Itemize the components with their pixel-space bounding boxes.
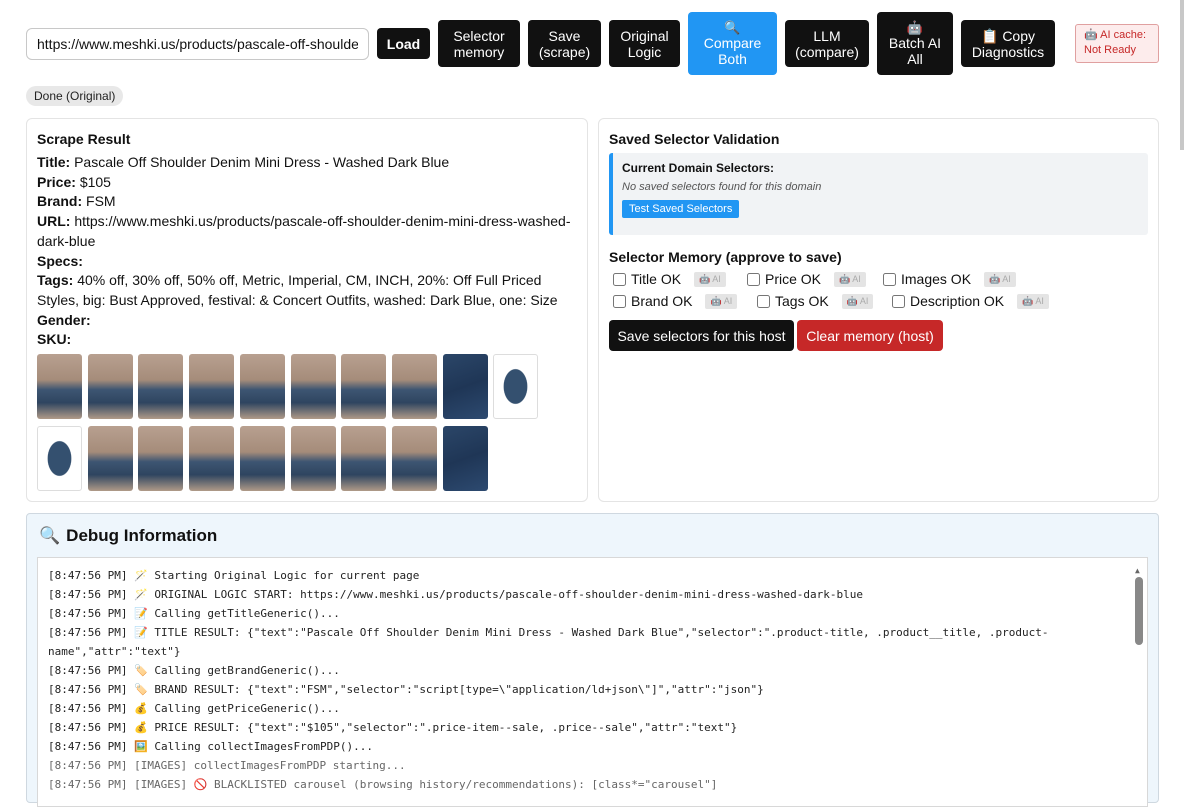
- sku-field: SKU:: [37, 331, 72, 348]
- log-line: [8:47:56 PM] 🏷️ Calling getBrandGeneric(…: [48, 664, 340, 677]
- product-thumbnail[interactable]: [189, 426, 235, 491]
- specs-field: Specs:: [37, 252, 83, 269]
- product-thumbnail[interactable]: [138, 426, 184, 491]
- product-thumbnail[interactable]: [189, 354, 235, 419]
- title-field: Title: Pascale Off Shoulder Denim Mini D…: [37, 154, 450, 170]
- batch-ai-button[interactable]: 🤖 Batch AI All: [877, 12, 953, 75]
- log-line: [8:47:56 PM] 💰 Calling getPriceGeneric()…: [48, 702, 340, 715]
- product-thumbnail[interactable]: [341, 426, 387, 491]
- ai-badge[interactable]: 🤖 AI: [841, 293, 874, 309]
- domain-selectors-note: No saved selectors found for this domain: [622, 181, 822, 193]
- log-line: [8:47:56 PM] 🖼️ Calling collectImagesFro…: [48, 740, 373, 753]
- save-selectors-button[interactable]: Save selectors for this host: [609, 320, 794, 351]
- robot-icon: 🤖: [1084, 29, 1098, 41]
- robot-icon: 🤖: [906, 19, 924, 35]
- url-field: URL: https://www.meshki.us/products/pasc…: [37, 213, 571, 249]
- price-field: Price: $105: [37, 173, 111, 190]
- product-thumbnail[interactable]: [442, 426, 488, 491]
- log-line: [8:47:56 PM] 📝 TITLE RESULT: {"text":"Pa…: [48, 626, 1049, 658]
- check-title-ok[interactable]: Title OK 🤖 AI: [613, 271, 726, 287]
- selector-memory-title: Selector Memory (approve to save): [609, 249, 842, 265]
- selector-checklist: Title OK 🤖 AI Price OK 🤖 AI Images OK 🤖 AI …: [609, 271, 1148, 319]
- debug-title: 🔍 Debug Information: [39, 526, 218, 545]
- product-thumbnail[interactable]: [391, 426, 437, 491]
- save-scrape-button[interactable]: Save (scrape): [528, 20, 601, 67]
- product-thumbnail[interactable]: [37, 426, 82, 491]
- brand-field: Brand: FSM: [37, 193, 116, 210]
- check-price-ok[interactable]: Price OK 🤖 AI: [747, 271, 866, 287]
- tags-field: Tags: 40% off, 30% off, 50% off, Metric,…: [37, 272, 558, 308]
- product-thumbnail[interactable]: [391, 354, 437, 419]
- ai-badge[interactable]: 🤖 AI: [694, 271, 726, 287]
- log-scrollbar[interactable]: ▲: [1132, 559, 1146, 806]
- magnifier-icon: 🔍: [39, 526, 61, 545]
- scrape-result-title: Scrape Result: [37, 131, 131, 147]
- scrape-result-panel: Scrape Result Title: Pascale Off Shoulde…: [26, 118, 588, 502]
- validation-title: Saved Selector Validation: [609, 131, 780, 147]
- product-thumbnail[interactable]: [138, 354, 184, 419]
- product-thumbnail[interactable]: [290, 426, 336, 491]
- brand-ok-checkbox[interactable]: [613, 294, 626, 308]
- selector-memory-button[interactable]: Selector memory: [438, 20, 520, 67]
- product-thumbnail[interactable]: [493, 354, 539, 419]
- scrollbar-thumb[interactable]: [1135, 577, 1143, 645]
- load-button[interactable]: Load: [377, 28, 430, 59]
- product-thumbnail[interactable]: [87, 354, 133, 419]
- ai-badge[interactable]: 🤖 AI: [705, 293, 738, 309]
- debug-panel: 🔍 Debug Information ▲ [8:47:56 PM] 🪄 Sta…: [26, 513, 1159, 807]
- domain-selectors-label: Current Domain Selectors:: [622, 161, 775, 175]
- magnifier-icon: 🔍: [724, 19, 741, 35]
- ai-badge[interactable]: 🤖 AI: [984, 271, 1016, 287]
- product-thumbnail[interactable]: [37, 354, 82, 419]
- images-ok-checkbox[interactable]: [883, 272, 896, 286]
- check-images-ok[interactable]: Images OK 🤖 AI: [883, 271, 1016, 287]
- ai-badge[interactable]: 🤖 AI: [834, 271, 866, 287]
- product-thumbnail[interactable]: [87, 426, 133, 491]
- log-line: [8:47:56 PM] 📝 Calling getTitleGeneric()…: [48, 607, 340, 620]
- product-thumbnail[interactable]: [239, 426, 285, 491]
- ai-badge[interactable]: 🤖 AI: [1017, 293, 1049, 309]
- original-logic-button[interactable]: Original Logic: [609, 20, 680, 67]
- product-thumbnail[interactable]: [341, 354, 387, 419]
- test-saved-selectors-button[interactable]: Test Saved Selectors: [622, 200, 740, 218]
- price-ok-checkbox[interactable]: [747, 272, 760, 286]
- compare-both-button[interactable]: 🔍 Compare Both: [688, 12, 777, 75]
- log-line: [8:47:56 PM] [IMAGES] collectImagesFromP…: [48, 759, 406, 772]
- llm-compare-button[interactable]: LLM (compare): [785, 20, 869, 67]
- check-description-ok[interactable]: Description OK 🤖 AI: [892, 293, 1049, 309]
- ai-cache-status: 🤖 AI cache: Not Ready: [1075, 24, 1159, 63]
- domain-selectors-box: Current Domain Selectors: No saved selec…: [609, 153, 1148, 235]
- log-line: [8:47:56 PM] 🪄 Starting Original Logic f…: [48, 569, 420, 582]
- log-line: [8:47:56 PM] 💰 PRICE RESULT: {"text":"$1…: [48, 721, 738, 734]
- tags-ok-checkbox[interactable]: [757, 294, 770, 308]
- product-thumbnail[interactable]: [442, 354, 488, 419]
- selector-validation-panel: Saved Selector Validation Current Domain…: [598, 118, 1159, 502]
- toolbar: Load Selectormemory Save(scrape) Origina…: [0, 0, 1184, 110]
- check-brand-ok[interactable]: Brand OK 🤖 AI: [613, 293, 738, 309]
- check-tags-ok[interactable]: Tags OK 🤖 AI: [757, 293, 874, 309]
- gender-field: Gender:: [37, 311, 91, 328]
- title-ok-checkbox[interactable]: [613, 272, 626, 286]
- window-scrollbar[interactable]: [1180, 0, 1184, 150]
- url-input[interactable]: [26, 28, 369, 60]
- clear-memory-button[interactable]: Clear memory (host): [797, 320, 943, 351]
- description-ok-checkbox[interactable]: [892, 294, 905, 308]
- log-line: [8:47:56 PM] 🏷️ BRAND RESULT: {"text":"F…: [48, 683, 764, 696]
- log-line: [8:47:56 PM] 🪄 ORIGINAL LOGIC START: htt…: [48, 588, 864, 601]
- copy-diagnostics-button[interactable]: 📋 Copy Diagnostics: [961, 20, 1055, 67]
- clipboard-icon: 📋: [980, 27, 999, 44]
- status-badge: Done (Original): [26, 86, 124, 106]
- log-line: [8:47:56 PM] [IMAGES] 🚫 BLACKLISTED caro…: [48, 778, 718, 791]
- product-thumbnail[interactable]: [290, 354, 336, 419]
- debug-log[interactable]: ▲ [8:47:56 PM] 🪄 Starting Original Logic…: [37, 557, 1148, 807]
- product-thumbnail[interactable]: [239, 354, 285, 419]
